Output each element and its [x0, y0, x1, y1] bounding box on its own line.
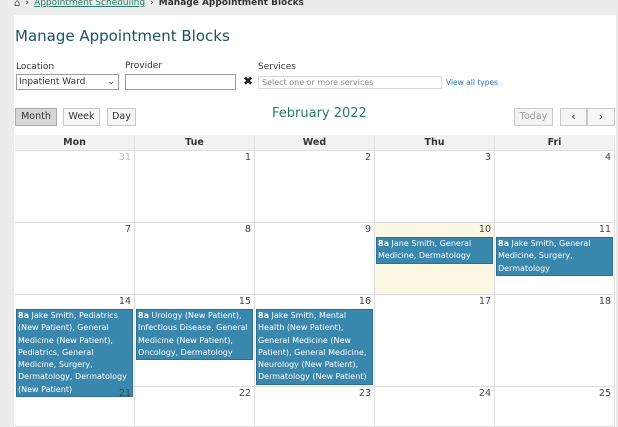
prev-month-button[interactable]: ‹: [560, 108, 587, 126]
day-number: 3: [484, 152, 491, 163]
appointment-block-event[interactable]: 8a Jake Smith, General Medicine, Surgery…: [496, 237, 613, 276]
day-number: 22: [238, 388, 251, 399]
day-number: 9: [364, 224, 371, 235]
day-cell[interactable]: 4: [495, 151, 615, 222]
day-header-mon: Mon: [15, 135, 135, 150]
day-number: 17: [478, 296, 491, 307]
day-cell[interactable]: 1: [135, 151, 255, 222]
day-cell[interactable]: 17: [375, 295, 495, 386]
day-number: 10: [478, 224, 491, 235]
breadcrumb-current: Manage Appointment Blocks: [158, 0, 304, 8]
day-number: 31: [118, 152, 131, 163]
day-cell-today[interactable]: 10 8a Jane Smith, General Medicine, Derm…: [375, 223, 495, 294]
day-cell[interactable]: 31: [15, 151, 135, 222]
day-number: 23: [358, 388, 371, 399]
event-text: Jake Smith, General Medicine, Surgery, D…: [498, 239, 591, 273]
day-header-wed: Wed: [255, 135, 375, 150]
event-text: Urology (New Patient), Infectious Diseas…: [138, 311, 248, 357]
day-cell[interactable]: 11 8a Jake Smith, General Medicine, Surg…: [495, 223, 615, 294]
next-month-button[interactable]: ›: [587, 108, 615, 126]
today-button[interactable]: Today: [514, 108, 553, 126]
chevron-left-icon: ‹: [571, 110, 576, 123]
day-number: 16: [358, 296, 371, 307]
day-cell[interactable]: 21: [15, 387, 135, 426]
event-text: Jake Smith, Mental Health (New Patient),…: [258, 311, 367, 382]
day-cell[interactable]: 9: [255, 223, 375, 294]
day-cell[interactable]: 22: [135, 387, 255, 426]
appointment-block-event[interactable]: 8a Urology (New Patient), Infectious Dis…: [136, 309, 253, 361]
home-icon[interactable]: ⌂: [14, 0, 20, 9]
day-number: 25: [598, 388, 611, 399]
day-number: 18: [598, 296, 611, 307]
calendar-header: Mon Tue Wed Thu Fri: [15, 135, 615, 151]
day-cell[interactable]: 2: [255, 151, 375, 222]
day-cell[interactable]: 18: [495, 295, 615, 386]
day-number: 15: [238, 296, 251, 307]
view-all-types-link[interactable]: View all types: [446, 78, 498, 87]
day-number: 21: [118, 388, 131, 399]
day-cell[interactable]: 24: [375, 387, 495, 426]
appointment-block-event[interactable]: 8a Jane Smith, General Medicine, Dermato…: [376, 237, 493, 264]
day-cell[interactable]: 7: [15, 223, 135, 294]
day-number: 1: [244, 152, 251, 163]
event-time: 8a: [138, 311, 149, 320]
calendar-month-title: February 2022: [272, 106, 367, 121]
chevron-down-icon: ⌄: [107, 77, 115, 87]
week-row: 14 8a Jake Smith, Pediatrics (New Patien…: [15, 295, 615, 398]
day-header-fri: Fri: [495, 135, 615, 150]
provider-input[interactable]: [125, 74, 236, 90]
day-cell[interactable]: 23: [255, 387, 375, 426]
services-label: Services: [258, 62, 296, 72]
provider-label: Provider: [125, 61, 163, 71]
breadcrumb-link-appointment-scheduling[interactable]: Appointment Scheduling: [34, 0, 145, 8]
day-cell[interactable]: 8: [135, 223, 255, 294]
event-text: Jake Smith, Pediatrics (New Patient), Ge…: [18, 311, 127, 394]
main-panel: Manage Appointment Blocks Location Inpat…: [14, 15, 616, 427]
day-cell[interactable]: 3: [375, 151, 495, 222]
appointment-block-event[interactable]: 8a Jake Smith, Pediatrics (New Patient),…: [16, 309, 133, 398]
day-cell[interactable]: 14 8a Jake Smith, Pediatrics (New Patien…: [15, 295, 135, 398]
month-view-button[interactable]: Month: [15, 108, 57, 126]
page-title: Manage Appointment Blocks: [15, 27, 230, 45]
location-value: Inpatient Ward: [19, 77, 86, 87]
event-text: Jane Smith, General Medicine, Dermatolog…: [378, 239, 472, 261]
chevron-right-icon: ›: [150, 0, 154, 8]
event-time: 8a: [18, 311, 29, 320]
location-label: Location: [16, 62, 55, 72]
calendar-grid: Mon Tue Wed Thu Fri 31 1 2 3 4 7 8 9 10 …: [15, 135, 615, 427]
services-input[interactable]: Select one or more services: [258, 76, 442, 89]
day-view-button[interactable]: Day: [107, 108, 136, 126]
day-cell[interactable]: 16 8a Jake Smith, Mental Health (New Pat…: [255, 295, 375, 386]
appointment-block-event[interactable]: 8a Jake Smith, Mental Health (New Patien…: [256, 309, 373, 385]
event-time: 8a: [258, 311, 269, 320]
day-number: 24: [478, 388, 491, 399]
day-number: 4: [604, 152, 611, 163]
chevron-right-icon: ›: [598, 110, 604, 123]
day-header-thu: Thu: [375, 135, 495, 150]
location-select[interactable]: Inpatient Ward ⌄: [16, 74, 119, 90]
day-number: 14: [118, 296, 131, 307]
event-time: 8a: [498, 239, 509, 248]
day-number: 8: [244, 224, 251, 235]
chevron-right-icon: ›: [25, 0, 30, 8]
week-view-button[interactable]: Week: [63, 108, 100, 126]
week-row: 7 8 9 10 8a Jane Smith, General Medicine…: [15, 223, 615, 295]
breadcrumb: ⌂ › Appointment Scheduling › Manage Appo…: [14, 0, 304, 10]
event-time: 8a: [378, 239, 389, 248]
day-cell[interactable]: 15 8a Urology (New Patient), Infectious …: [135, 295, 255, 386]
day-number: 11: [598, 224, 611, 235]
day-cell[interactable]: 25: [495, 387, 615, 426]
week-row: 21 22 23 24 25: [15, 387, 615, 427]
clear-provider-icon[interactable]: ✖: [243, 74, 253, 88]
day-header-tue: Tue: [135, 135, 255, 150]
day-number: 2: [364, 152, 371, 163]
week-row: 31 1 2 3 4: [15, 151, 615, 223]
day-number: 7: [124, 224, 131, 235]
